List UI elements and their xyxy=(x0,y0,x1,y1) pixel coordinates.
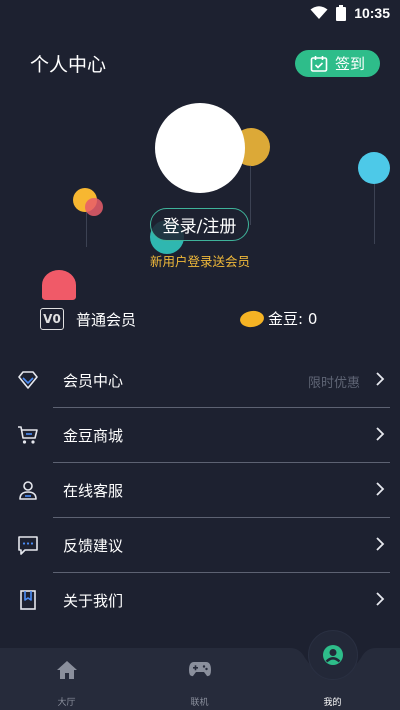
page-title: 个人中心 xyxy=(30,54,107,76)
bookmark-icon xyxy=(20,590,36,610)
tab-label: 我的 xyxy=(323,698,342,708)
chevron-right-icon xyxy=(376,537,385,551)
menu-item-online-support[interactable]: 在线客服 xyxy=(0,463,400,518)
member-level[interactable]: V0 普通会员 xyxy=(40,308,136,330)
battery-icon xyxy=(336,5,347,21)
status-bar: 10:35 xyxy=(0,0,400,26)
chevron-right-icon xyxy=(376,372,385,386)
member-level-label: 普通会员 xyxy=(76,310,137,329)
gold-beans[interactable]: 金豆: 0 xyxy=(239,308,318,329)
menu-list: 会员中心 限时优惠 金豆商城 在线客服 反馈建议 关于我们 xyxy=(0,353,400,628)
wifi-icon xyxy=(310,6,328,19)
tab-lobby[interactable]: 大厅 xyxy=(0,648,133,710)
vip-badge-icon: V0 xyxy=(40,308,64,330)
tab-label: 联机 xyxy=(190,698,209,708)
signin-button[interactable]: 签到 xyxy=(295,50,380,77)
login-register-button[interactable]: 登录/注册 xyxy=(150,208,249,241)
signin-label: 签到 xyxy=(334,55,365,73)
support-agent-icon xyxy=(19,481,37,500)
bottom-tab-bar: 大厅 联机 我的 xyxy=(0,630,400,710)
gold-beans-label: 金豆: 0 xyxy=(268,310,318,328)
menu-item-label: 会员中心 xyxy=(63,372,124,390)
menu-item-label: 反馈建议 xyxy=(63,537,124,555)
menu-item-feedback[interactable]: 反馈建议 xyxy=(0,518,400,573)
chevron-right-icon xyxy=(376,427,385,441)
header: 个人中心 签到 xyxy=(0,46,400,82)
chevron-right-icon xyxy=(376,482,385,496)
gamepad-icon xyxy=(188,662,211,677)
limited-offer-hint: 限时优惠 xyxy=(307,376,360,391)
chevron-right-icon xyxy=(376,592,385,606)
home-icon xyxy=(56,661,77,679)
menu-item-bean-mall[interactable]: 金豆商城 xyxy=(0,408,400,463)
diamond-icon xyxy=(18,371,38,389)
message-icon xyxy=(18,536,38,555)
tab-multiplayer[interactable]: 联机 xyxy=(133,648,266,710)
menu-item-member-center[interactable]: 会员中心 限时优惠 xyxy=(0,353,400,408)
login-hint: 新用户登录送会员 xyxy=(149,254,250,269)
menu-item-label: 金豆商城 xyxy=(63,427,124,445)
menu-item-label: 在线客服 xyxy=(63,482,124,500)
tab-label: 大厅 xyxy=(57,698,76,708)
gold-bean-icon xyxy=(239,308,265,329)
cart-icon xyxy=(18,426,38,444)
avatar[interactable] xyxy=(155,103,245,193)
menu-item-label: 关于我们 xyxy=(63,592,124,610)
calendar-check-icon xyxy=(310,55,328,72)
status-time: 10:35 xyxy=(354,5,390,21)
active-tab-circle xyxy=(307,630,358,680)
user-icon xyxy=(322,645,343,665)
menu-item-about-us[interactable]: 关于我们 xyxy=(0,573,400,628)
tab-mine[interactable]: 我的 xyxy=(266,630,399,710)
